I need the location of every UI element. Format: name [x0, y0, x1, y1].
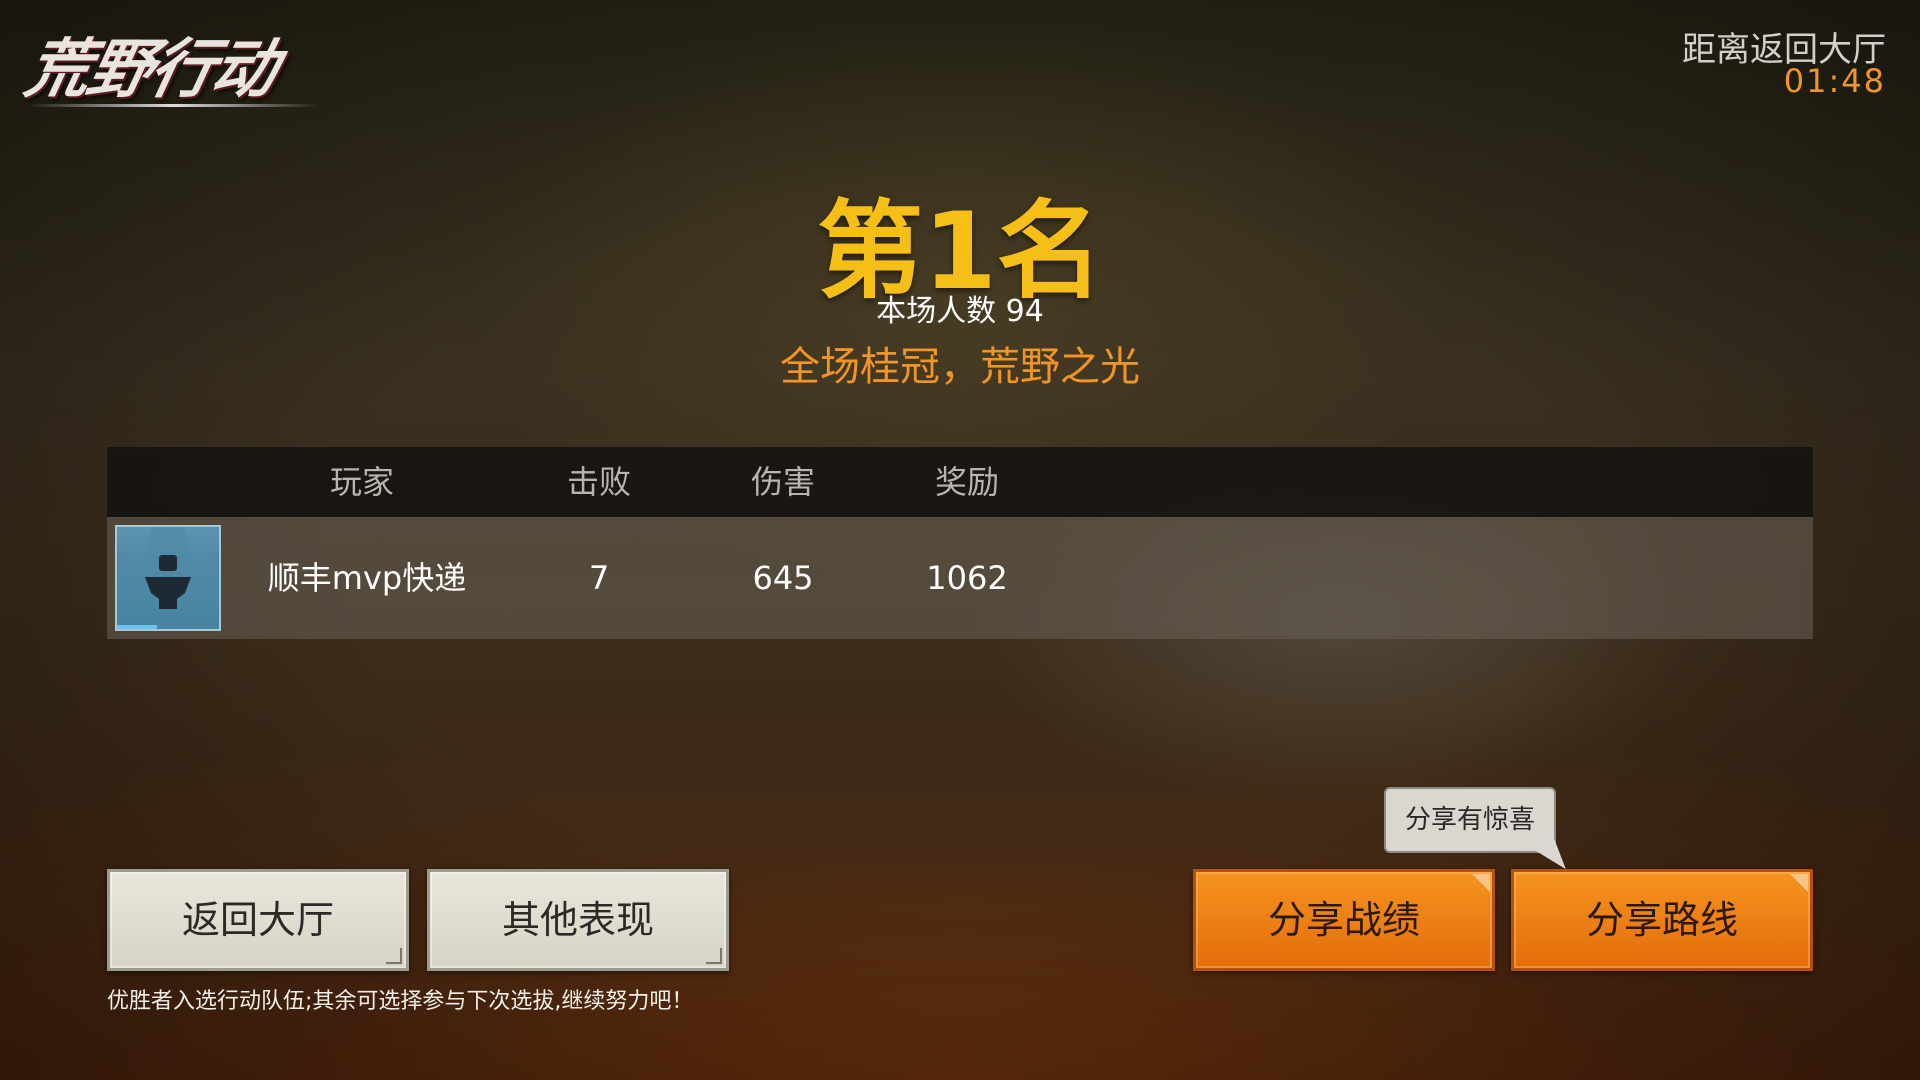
share-record-button[interactable]: 分享战绩 [1193, 869, 1495, 971]
share-record-label: 分享战绩 [1267, 898, 1420, 942]
button-corner-decoration [1472, 874, 1490, 892]
tooltip-text: 分享有惊喜 [1404, 805, 1535, 835]
game-logo: 荒野行动 [19, 18, 328, 107]
share-route-label: 分享路线 [1585, 898, 1738, 942]
button-corner-decoration [1790, 874, 1808, 892]
victory-slogan: 全场桂冠，荒野之光 [780, 344, 1140, 390]
other-performance-label: 其他表现 [501, 898, 654, 942]
kills-value: 7 [588, 559, 610, 597]
countdown-timer: 01:48 [1783, 62, 1886, 100]
share-surprise-tooltip: 分享有惊喜 [1384, 787, 1556, 853]
damage-value: 645 [752, 559, 814, 597]
other-performance-button[interactable]: 其他表现 [427, 869, 729, 971]
return-lobby-label: 返回大厅 [181, 898, 334, 942]
selection-hint: 优胜者入选行动队伍;其余可选择参与下次选拔,继续努力吧！ [107, 989, 694, 1014]
table-header: 玩家 击败 伤害 奖励 [107, 447, 1813, 517]
logo-underline [28, 104, 318, 107]
results-table: 玩家 击败 伤害 奖励 顺丰mvp快递 7 645 1062 [107, 447, 1813, 639]
soldier-avatar-icon[interactable] [115, 525, 221, 631]
game-logo-text: 荒野行动 [18, 33, 283, 107]
avatar-progress-bar [117, 625, 157, 629]
return-lobby-button[interactable]: 返回大厅 [107, 869, 409, 971]
button-corner-decoration [706, 948, 722, 964]
share-route-button[interactable]: 分享路线 [1511, 869, 1813, 971]
reward-value: 1062 [926, 559, 1008, 597]
table-row: 顺丰mvp快递 7 645 1062 [107, 517, 1813, 639]
player-name: 顺丰mvp快递 [267, 559, 467, 597]
header-damage: 伤害 [750, 463, 815, 501]
soldier-silhouette-icon [117, 527, 219, 629]
header-kills: 击败 [566, 463, 631, 501]
header-player: 玩家 [329, 463, 394, 501]
button-corner-decoration [386, 948, 402, 964]
header-reward: 奖励 [934, 463, 999, 501]
players-count: 本场人数 94 [876, 294, 1044, 329]
